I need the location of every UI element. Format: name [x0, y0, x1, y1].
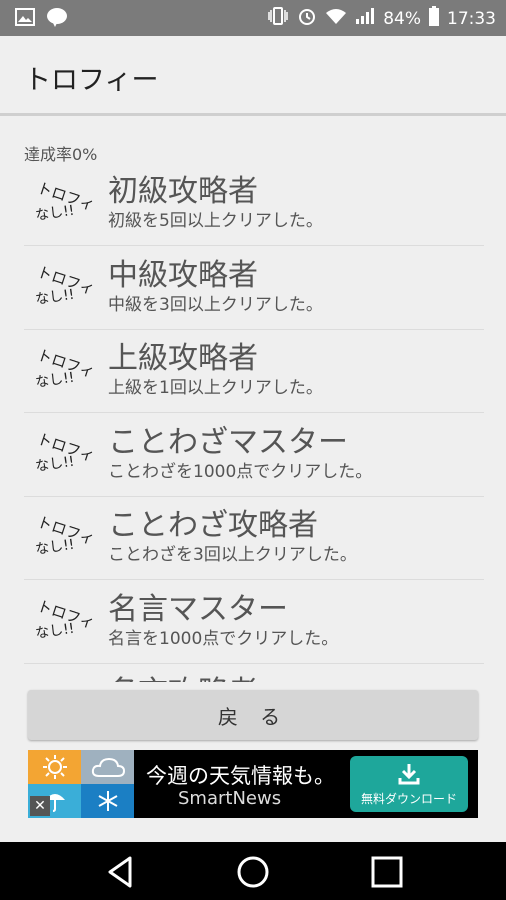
signal-icon	[355, 7, 375, 30]
trophy-row: トロフィー なし!! ことわざ攻略者 ことわざを3回以上クリアした。	[24, 496, 484, 580]
no-trophy-icon: トロフィーなし!!	[34, 588, 111, 652]
battery-percent: 84%	[383, 8, 421, 29]
battery-icon	[429, 6, 439, 31]
svg-text:トロフィー: トロフィー	[35, 680, 94, 682]
ad-download-label: 無料ダウンロード	[360, 792, 457, 806]
ad-banner[interactable]: ✕ 今週の天気情報も。 SmartNews 無料ダウンロード	[28, 750, 478, 818]
no-trophy-icon: トロフィーなし!!	[34, 337, 111, 401]
svg-text:なし!!: なし!!	[34, 453, 75, 474]
trophy-title: ことわざ攻略者	[108, 508, 318, 543]
trophy-title: 名言マスター	[108, 591, 288, 627]
status-bar: 84% 17:33	[0, 0, 506, 36]
page-title: トロフィー	[24, 65, 159, 96]
trophy-row: トロフィー なし!! ことわざマスター ことわざを1000点でクリアした。	[24, 413, 484, 497]
trophy-row: トロフィー なし!! 名言マスター 名言を1000点でクリアした。	[24, 580, 484, 664]
svg-text:なし!!: なし!!	[34, 203, 75, 224]
home-nav-icon[interactable]	[233, 852, 273, 892]
wifi-icon	[325, 7, 347, 30]
ad-download-button[interactable]: 無料ダウンロード	[350, 756, 468, 812]
image-notification-icon	[14, 7, 36, 27]
no-trophy-icon: トロフィーなし!!	[34, 254, 111, 318]
trophy-title: 名言攻略者	[108, 667, 258, 682]
sun-icon	[28, 750, 81, 784]
ad-headline: 今週の天気情報も。	[146, 764, 335, 788]
no-trophy-icon: トロフィーなし!!	[34, 170, 111, 234]
app-bar: トロフィー	[0, 36, 506, 116]
trophy-description: 初級を5回以上クリアした。	[108, 211, 323, 231]
trophy-description: ことわざを1000点でクリアした。	[108, 461, 373, 482]
ad-close-icon[interactable]: ✕	[30, 796, 50, 816]
trophy-description: 中級を3回以上クリアした。	[108, 294, 323, 315]
clock: 17:33	[447, 8, 496, 29]
trophy-title: 上級攻略者	[108, 341, 258, 376]
alarm-icon	[297, 6, 317, 31]
cloud-icon	[81, 750, 134, 784]
trophy-title: 中級攻略者	[108, 257, 258, 293]
back-nav-icon[interactable]	[100, 852, 140, 892]
svg-text:なし!!: なし!!	[34, 620, 75, 641]
trophy-list[interactable]: 達成率0% トロフィー なし!! 初級攻略者 初級を5回以上クリアした。 トロフィー なし…	[0, 120, 506, 682]
back-button[interactable]: 戻 る	[28, 690, 478, 740]
trophy-row: トロフィー なし!! 中級攻略者 中級を3回以上クリアした。	[24, 246, 484, 330]
trophy-description: ことわざを3回以上クリアした。	[108, 545, 357, 565]
trophy-row: トロフィー なし!! 上級攻略者 上級を1回以上クリアした。	[24, 329, 484, 413]
notification-icons	[14, 7, 68, 27]
ad-brand: SmartNews	[178, 788, 282, 809]
trophy-title: 初級攻略者	[108, 174, 258, 209]
svg-text:なし!!: なし!!	[34, 370, 75, 391]
trophy-row: トロフィーなし!!名言攻略者	[24, 663, 484, 682]
navigation-bar	[0, 842, 506, 900]
trophy-row: トロフィー なし!! 初級攻略者 初級を5回以上クリアした。	[24, 162, 484, 246]
trophy-description: 名言を1000点でクリアした。	[108, 628, 339, 649]
svg-text:なし!!: なし!!	[34, 286, 75, 307]
recents-nav-icon[interactable]	[367, 852, 407, 892]
trophy-title: ことわざマスター	[108, 424, 348, 460]
download-icon	[397, 762, 421, 790]
vibrate-icon	[267, 7, 289, 30]
line-app-icon	[46, 7, 68, 27]
svg-text:なし!!: なし!!	[34, 537, 75, 558]
trophy-description: 上級を1回以上クリアした。	[108, 378, 323, 398]
snow-icon	[81, 784, 134, 818]
no-trophy-icon: トロフィーなし!!	[34, 504, 111, 568]
no-trophy-icon: トロフィーなし!!	[34, 671, 112, 682]
no-trophy-icon: トロフィーなし!!	[34, 421, 111, 485]
